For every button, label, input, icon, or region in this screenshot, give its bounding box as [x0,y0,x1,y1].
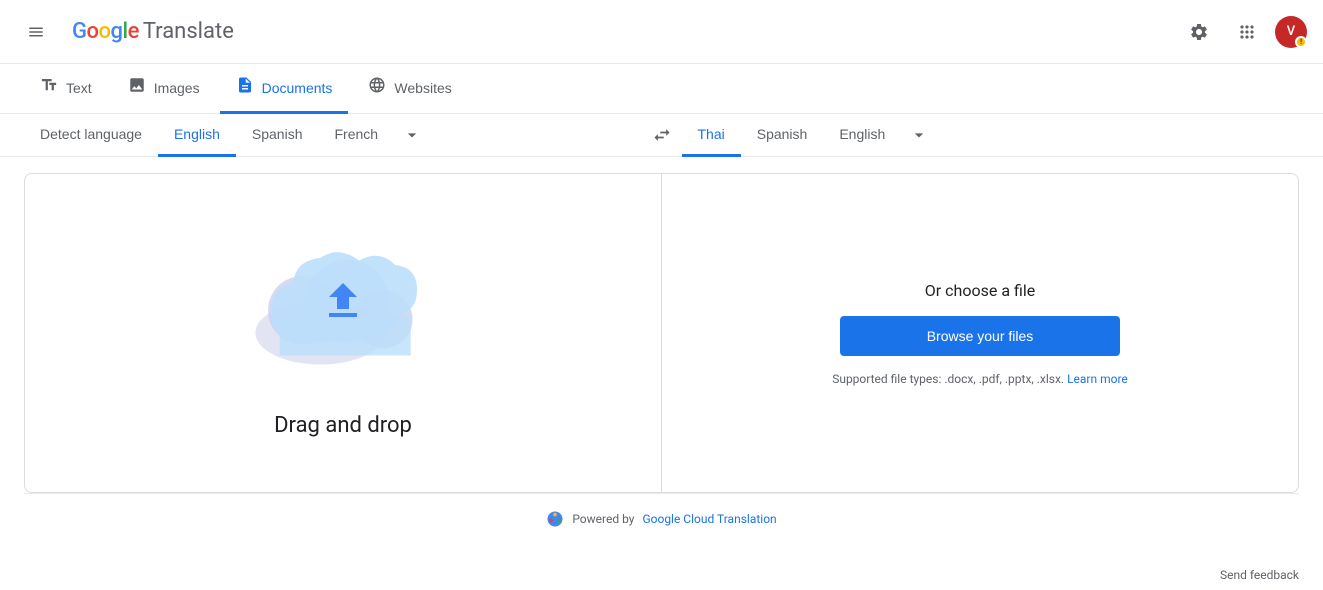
browse-panel: Or choose a file Browse your files Suppo… [662,174,1298,492]
source-spanish[interactable]: Spanish [236,114,319,157]
header: Google Translate V ! [0,0,1323,64]
logo-text: Google [72,19,139,44]
learn-more-link[interactable]: Learn more [1067,372,1128,386]
target-lang-panel: Thai Spanish English [682,114,1300,156]
main-content: Drag and drop Or choose a file Browse yo… [0,157,1323,560]
translate-box: Drag and drop Or choose a file Browse yo… [24,173,1299,493]
browse-files-button[interactable]: Browse your files [840,316,1120,356]
avatar-badge: ! [1295,36,1307,48]
text-icon [40,76,58,99]
tab-text[interactable]: Text [24,64,108,114]
source-french[interactable]: French [318,114,394,157]
drag-drop-label: Drag and drop [274,413,412,438]
source-detect-language[interactable]: Detect language [24,114,158,157]
target-spanish[interactable]: Spanish [741,114,824,157]
source-more-languages-button[interactable] [394,117,430,153]
tabs-bar: Text Images Documents Websites [0,64,1323,114]
language-bar: Detect language English Spanish French T… [0,114,1323,157]
logo-translate-text: Translate [143,19,234,44]
header-left: Google Translate [16,12,234,52]
avatar[interactable]: V ! [1275,16,1307,48]
target-english[interactable]: English [823,114,901,157]
upload-icon [319,277,367,325]
cloud-upload-graphic [243,229,443,389]
or-choose-label: Or choose a file [925,281,1035,300]
tab-documents[interactable]: Documents [220,64,349,114]
target-more-languages-button[interactable] [901,117,937,153]
google-cloud-translation-link[interactable]: Google Cloud Translation [642,512,776,526]
header-right: V ! [1179,12,1307,52]
apps-button[interactable] [1227,12,1267,52]
send-feedback-link[interactable]: Send feedback [1220,568,1299,582]
swap-languages-button[interactable] [642,115,682,155]
menu-button[interactable] [16,12,56,52]
source-english[interactable]: English [158,114,236,157]
powered-by-footer: Powered by Google Cloud Translation [24,493,1299,544]
google-translate-logo[interactable]: Google Translate [72,19,234,44]
target-thai[interactable]: Thai [682,114,741,157]
source-lang-panel: Detect language English Spanish French [24,114,642,156]
google-cloud-icon [546,510,564,528]
drop-zone[interactable]: Drag and drop [25,174,662,492]
supported-types-text: Supported file types: .docx, .pdf, .pptx… [832,372,1128,386]
send-feedback-section: Send feedback [0,560,1323,590]
image-icon [128,76,146,99]
document-icon [236,76,254,99]
tab-images[interactable]: Images [112,64,216,114]
settings-button[interactable] [1179,12,1219,52]
tab-websites[interactable]: Websites [352,64,467,114]
globe-icon [368,76,386,99]
